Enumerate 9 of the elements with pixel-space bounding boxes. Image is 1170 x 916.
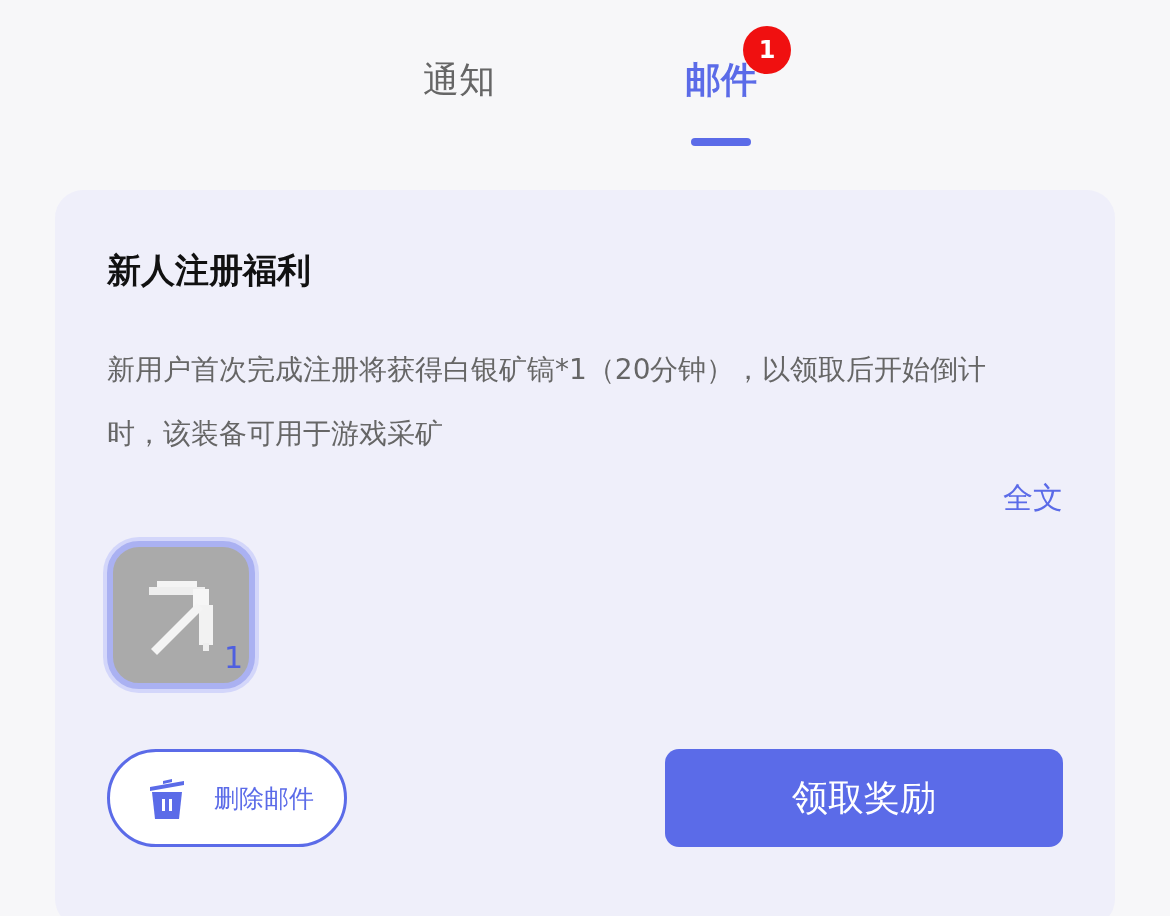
trash-icon <box>148 777 186 819</box>
mail-body: 新用户首次完成注册将获得白银矿镐*1（20分钟），以领取后开始倒计时，该装备可用于游戏采矿 <box>107 352 988 452</box>
claim-reward-button[interactable]: 领取奖励 <box>665 749 1063 847</box>
delete-mail-button[interactable]: 删除邮件 <box>107 749 347 847</box>
item-count: 1 <box>223 640 243 675</box>
tab-indicator <box>691 138 751 146</box>
mail-title: 新人注册福利 <box>107 249 312 292</box>
full-text-link[interactable]: 全文 <box>1003 478 1063 519</box>
tab[interactable]: 通知 <box>423 56 495 146</box>
